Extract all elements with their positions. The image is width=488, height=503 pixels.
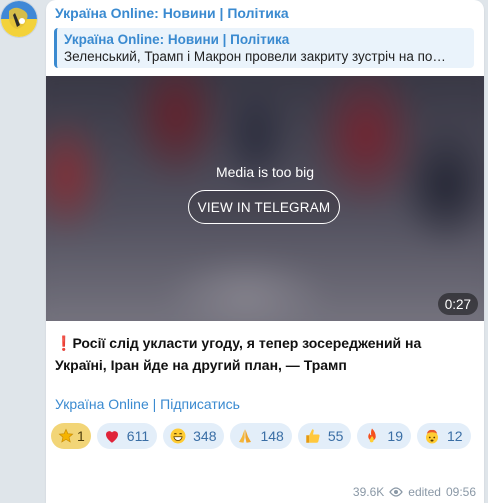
media-too-big-notice: Media is too big [215,164,315,180]
reaction-fire[interactable]: 19 [357,423,411,449]
grinning-face-icon [169,427,187,445]
red-heart-icon [103,427,121,445]
flag-avatar-icon [1,1,37,37]
message-time: 09:56 [445,485,476,499]
message-meta: 39.6K edited 09:56 [353,485,476,499]
reaction-count: 55 [327,428,344,444]
eye-icon [389,487,404,497]
view-count: 39.6K [352,485,385,499]
reaction-count: 348 [193,428,217,444]
fire-icon [363,427,381,445]
thumbs-up-icon [304,427,322,445]
video-duration-badge: 0:27 [437,293,478,315]
star-icon [57,427,75,445]
message-bubble: Україна Online: Новини | Політика Україн… [46,0,484,503]
forwarded-reply-preview[interactable]: Україна Online: Новини | Політика Зеленс… [54,28,474,68]
reactions-bar: 1 611 348 148 55 19 12 [51,423,479,449]
post-text: ❗Росії слід укласти угоду, я тепер зосер… [55,332,475,376]
reaction-thumbs-up[interactable]: 55 [297,423,352,449]
edited-label: edited [408,485,441,499]
video-preview[interactable]: Media is too big VIEW IN TELEGRAM 0:27 [46,76,484,321]
view-in-telegram-button[interactable]: VIEW IN TELEGRAM [188,190,340,224]
channel-avatar[interactable] [1,1,37,37]
reaction-count: 611 [126,428,150,444]
subscribe-link[interactable]: Україна Online | Підписатись [55,396,240,412]
reaction-count: 148 [260,428,284,444]
reply-text: Зеленський, Трамп і Макрон провели закри… [64,49,446,64]
reaction-count: 1 [77,428,85,444]
reaction-count: 19 [387,428,403,444]
reaction-pray[interactable]: 148 [230,423,292,449]
exploding-head-icon [423,427,441,445]
reaction-grin[interactable]: 348 [163,423,225,449]
exclamation-icon: ❗ [55,335,73,351]
folded-hands-icon [236,427,254,445]
reaction-heart[interactable]: 611 [96,423,158,449]
reaction-exploding-head[interactable]: 12 [417,423,471,449]
reaction-count: 12 [447,428,463,444]
post-body: Росії слід укласти угоду, я тепер зосере… [55,335,422,373]
reaction-star[interactable]: 1 [51,423,91,449]
reply-title: Україна Online: Новини | Політика [64,32,290,47]
channel-name[interactable]: Україна Online: Новини | Політика [55,5,289,21]
